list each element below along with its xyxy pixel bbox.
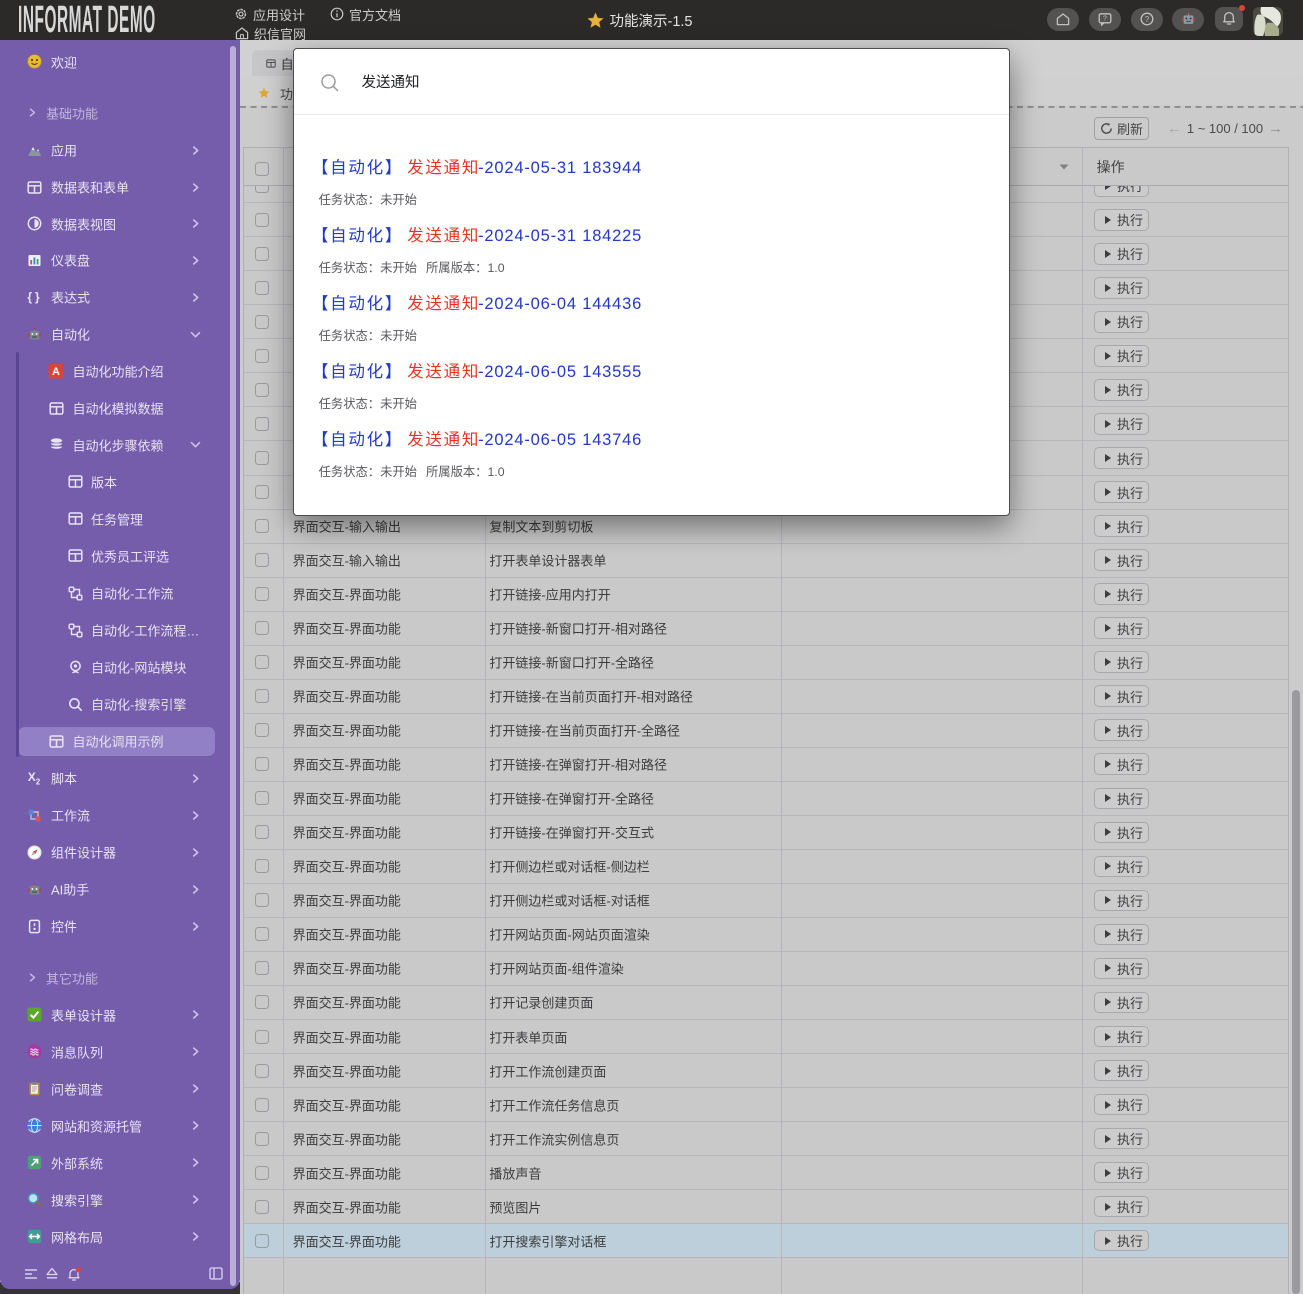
svg-text:?: ? bbox=[1145, 15, 1150, 24]
svg-text:?: ? bbox=[1103, 16, 1107, 23]
svg-text:A: A bbox=[52, 366, 60, 378]
